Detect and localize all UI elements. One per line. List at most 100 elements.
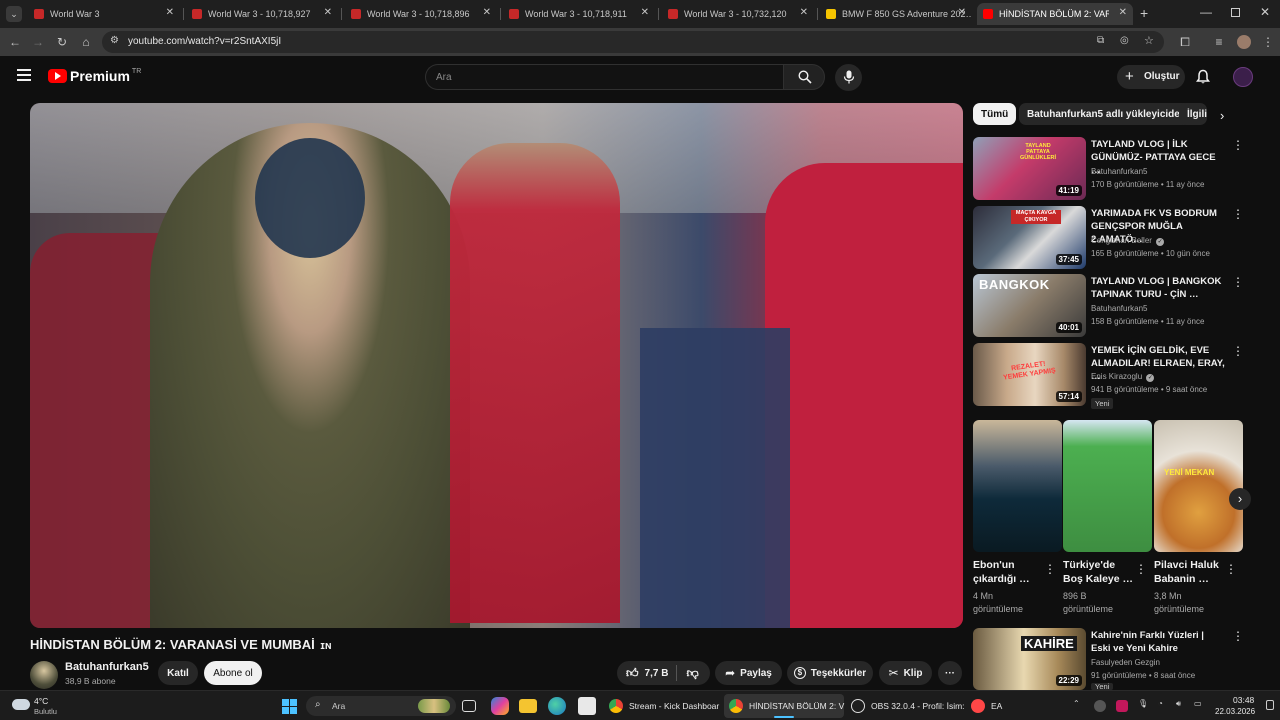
browser-menu-icon[interactable]: ⋮ bbox=[1259, 33, 1277, 51]
close-tab-icon[interactable]: ✕ bbox=[483, 7, 491, 18]
tray-app-icon[interactable] bbox=[1116, 700, 1128, 712]
back-arrow-icon[interactable]: ← bbox=[6, 33, 24, 51]
microphone-tray-icon[interactable]: 🎙︎ bbox=[1138, 699, 1148, 708]
video-menu-icon[interactable]: ⋮ bbox=[1232, 629, 1244, 643]
youtube-logo[interactable]: Premium TR bbox=[48, 68, 141, 84]
browser-tab[interactable]: World War 3 - 10,732,120 ✕ bbox=[662, 3, 814, 25]
battery-icon[interactable]: ▭ bbox=[1194, 699, 1202, 708]
more-actions-button[interactable]: ··· bbox=[938, 661, 962, 685]
taskbar-app-kick[interactable]: Stream - Kick Dashboar bbox=[604, 694, 719, 718]
short-thumbnail[interactable]: YENİ MEKAN bbox=[1154, 420, 1243, 552]
browser-tab-active[interactable]: HİNDİSTAN BÖLÜM 2: VAR… ✕ bbox=[977, 3, 1133, 25]
related-video-thumbnail[interactable]: BANGKOK 40:01 bbox=[973, 274, 1086, 337]
tracking-icon[interactable]: ◎ bbox=[1120, 35, 1129, 46]
close-tab-icon[interactable]: ✕ bbox=[1119, 7, 1127, 18]
tab-list-icon[interactable]: ≡ bbox=[1210, 33, 1228, 51]
tray-overflow-icon[interactable]: ⌃ bbox=[1073, 699, 1080, 708]
browser-tab[interactable]: World War 3 - 10,718,911 ✕ bbox=[503, 3, 655, 25]
close-window-icon[interactable]: ✕ bbox=[1260, 5, 1270, 19]
video-menu-icon[interactable]: ⋮ bbox=[1232, 207, 1244, 221]
new-tab-button[interactable]: + bbox=[1140, 5, 1148, 21]
weather-cloud-icon[interactable] bbox=[12, 699, 30, 710]
chip-from-uploader[interactable]: Batuhanfurkan5 adlı yükleyiciden bbox=[1019, 103, 1194, 125]
address-bar[interactable]: ⚙ youtube.com/watch?v=r2SntAXI5jI ⧉ ◎ ☆ bbox=[102, 31, 1164, 53]
related-video-thumbnail[interactable]: REZALET! YEMEK YAPMIŞ 57:14 bbox=[973, 343, 1086, 406]
hamburger-menu-icon[interactable] bbox=[17, 69, 31, 81]
close-tab-icon[interactable]: ✕ bbox=[324, 7, 332, 18]
notifications-bell-icon[interactable] bbox=[1195, 69, 1211, 85]
wifi-icon[interactable]: ◔ bbox=[1158, 699, 1163, 708]
account-avatar[interactable] bbox=[1233, 67, 1253, 87]
bookmark-star-icon[interactable]: ☆ bbox=[1144, 34, 1154, 47]
copilot-icon[interactable] bbox=[491, 697, 509, 715]
home-icon[interactable]: ⌂ bbox=[77, 33, 95, 51]
video-menu-icon[interactable]: ⋮ bbox=[1232, 275, 1244, 289]
clip-button[interactable]: ✂ Klip bbox=[879, 661, 932, 685]
share-button[interactable]: ➦ Paylaş bbox=[715, 661, 782, 685]
edge-icon[interactable] bbox=[548, 697, 566, 715]
minimize-window-icon[interactable]: — bbox=[1200, 5, 1212, 19]
channel-name[interactable]: Batuhanfurkan5 bbox=[65, 661, 149, 673]
tray-app-icon[interactable] bbox=[1094, 700, 1106, 712]
install-app-icon[interactable]: ⧉ bbox=[1097, 35, 1104, 46]
related-video-thumbnail[interactable]: MAÇTA KAVGA ÇIKIYOR 37:45 bbox=[973, 206, 1086, 269]
video-menu-icon[interactable]: ⋮ bbox=[1232, 138, 1244, 152]
related-video-channel[interactable]: Batuhanfurkan5 bbox=[1091, 304, 1148, 313]
thanks-button[interactable]: $ Teşekkürler bbox=[787, 661, 873, 685]
short-menu-icon[interactable]: ⋮ bbox=[1135, 562, 1147, 576]
taskbar-app-youtube[interactable]: HİNDİSTAN BÖLÜM 2: V bbox=[724, 694, 844, 718]
short-title[interactable]: Türkiye'de Boş Kaleye … bbox=[1063, 558, 1135, 586]
file-explorer-icon[interactable] bbox=[519, 699, 537, 713]
browser-tab[interactable]: World War 3 - 10,718,927 ✕ bbox=[186, 3, 338, 25]
close-tab-icon[interactable]: ✕ bbox=[800, 7, 808, 18]
short-title[interactable]: Ebon'un çıkardığı … bbox=[973, 558, 1045, 586]
related-video-thumbnail[interactable]: KAHİRE 22:29 bbox=[973, 628, 1086, 690]
dislike-button[interactable]: 👎︎ bbox=[677, 666, 698, 681]
start-button[interactable] bbox=[282, 699, 297, 714]
search-input[interactable]: Ara bbox=[425, 64, 783, 90]
profile-avatar[interactable] bbox=[1237, 35, 1251, 49]
close-tab-icon[interactable]: ✕ bbox=[641, 7, 649, 18]
short-title[interactable]: Pilavci Haluk Babanin … bbox=[1154, 558, 1226, 586]
forward-arrow-icon[interactable]: → bbox=[29, 33, 47, 51]
short-menu-icon[interactable]: ⋮ bbox=[1044, 562, 1056, 576]
channel-avatar[interactable] bbox=[30, 661, 58, 689]
tab-search-button[interactable]: ⌄ bbox=[6, 6, 22, 22]
browser-tab[interactable]: World War 3 - 10,718,896 ✕ bbox=[345, 3, 497, 25]
volume-icon[interactable]: 🔊︎ bbox=[1176, 699, 1181, 709]
extensions-icon[interactable]: ⧠ bbox=[1176, 33, 1194, 51]
voice-search-button[interactable] bbox=[835, 64, 862, 91]
site-info-icon[interactable]: ⚙ bbox=[110, 35, 119, 46]
related-video-channel[interactable]: Cengizhan Beller ✓ bbox=[1091, 236, 1165, 246]
like-button[interactable]: 👍︎ 7,7 B bbox=[617, 661, 668, 685]
short-thumbnail[interactable] bbox=[1063, 420, 1152, 552]
search-button[interactable] bbox=[783, 64, 825, 90]
notifications-icon[interactable] bbox=[1266, 700, 1274, 710]
related-video-title[interactable]: TAYLAND VLOG | BANGKOK TAPINAK TURU - Çİ… bbox=[1091, 275, 1226, 301]
shorts-next-button[interactable]: › bbox=[1229, 488, 1251, 510]
clock-time[interactable]: 03:48 bbox=[1233, 695, 1254, 705]
store-icon[interactable] bbox=[578, 697, 596, 715]
chips-next-chevron-icon[interactable]: › bbox=[1220, 108, 1224, 123]
maximize-window-icon[interactable] bbox=[1231, 8, 1240, 17]
related-video-title[interactable]: Kahire'nin Farklı Yüzleri | Eski ve Yeni… bbox=[1091, 629, 1226, 655]
close-tab-icon[interactable]: ✕ bbox=[166, 7, 174, 18]
short-menu-icon[interactable]: ⋮ bbox=[1225, 562, 1237, 576]
create-button[interactable]: + Oluştur bbox=[1117, 65, 1185, 89]
video-player[interactable] bbox=[30, 103, 963, 628]
related-video-channel[interactable]: Fasulyeden Gezgin bbox=[1091, 658, 1160, 667]
short-thumbnail[interactable] bbox=[973, 420, 1062, 552]
taskbar-search[interactable]: ⌕ Ara bbox=[306, 696, 456, 716]
related-video-channel[interactable]: Enis Kirazoglu ✓ bbox=[1091, 372, 1155, 382]
clock-date[interactable]: 22.03.2026 bbox=[1215, 707, 1255, 716]
browser-tab[interactable]: BMW F 850 GS Adventure 202… ✕ bbox=[820, 3, 972, 25]
close-tab-icon[interactable]: ✕ bbox=[958, 7, 966, 18]
related-video-channel[interactable]: Batuhanfurkan5 bbox=[1091, 167, 1148, 176]
chip-all[interactable]: Tümü bbox=[973, 103, 1017, 125]
task-view-icon[interactable] bbox=[462, 700, 476, 712]
video-menu-icon[interactable]: ⋮ bbox=[1232, 344, 1244, 358]
chip-related[interactable]: İlgili bbox=[1179, 103, 1207, 125]
reload-icon[interactable]: ↻ bbox=[53, 33, 71, 51]
browser-tab[interactable]: World War 3 ✕ bbox=[28, 3, 180, 25]
related-video-thumbnail[interactable]: TAYLAND PATTAYA GÜNLÜKLERİ 41:19 bbox=[973, 137, 1086, 200]
